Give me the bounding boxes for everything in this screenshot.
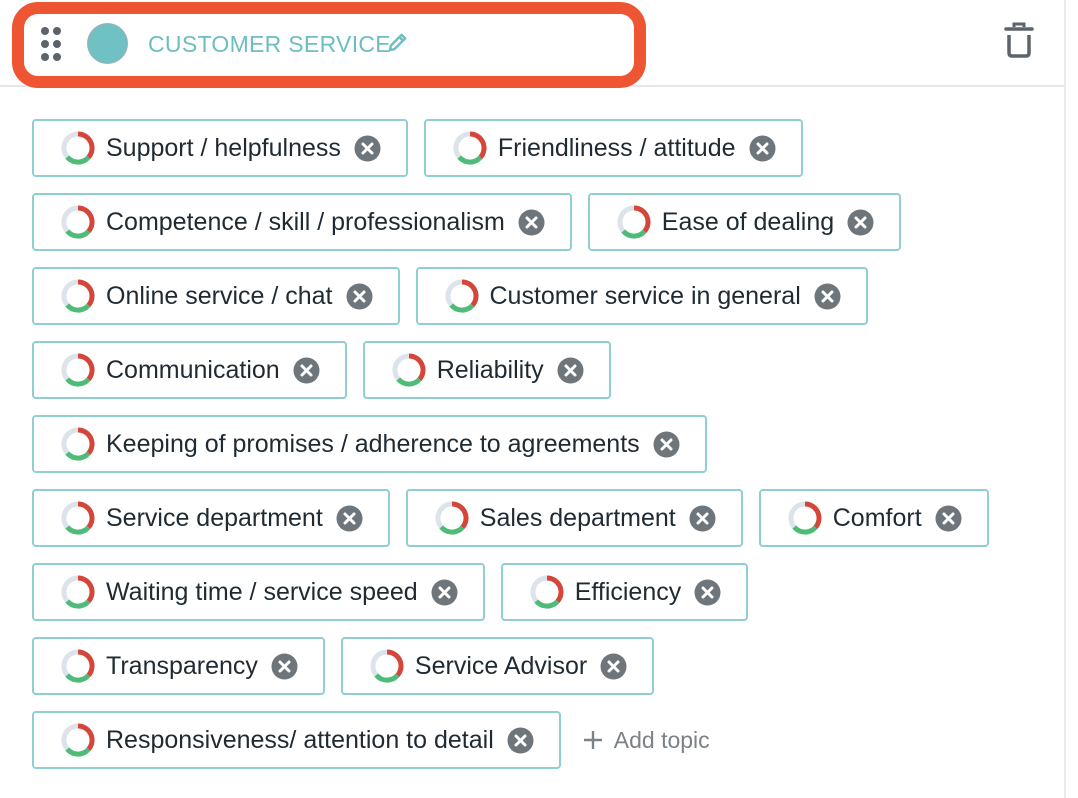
group-header: CUSTOMER SERVICE [0, 0, 1064, 88]
group-title[interactable]: CUSTOMER SERVICE [148, 31, 391, 58]
topic-row: Waiting time / service speed Efficiency [32, 563, 1042, 621]
sentiment-ring-icon [530, 575, 564, 609]
topic-chip[interactable]: Friendliness / attitude [423, 119, 803, 177]
topic-chip[interactable]: Responsiveness/ attention to detail [32, 711, 561, 769]
remove-circle-icon[interactable] [293, 357, 320, 384]
remove-circle-icon[interactable] [346, 283, 373, 310]
topic-label: Online service / chat [106, 281, 333, 310]
topic-label: Waiting time / service speed [106, 577, 418, 606]
remove-circle-icon[interactable] [653, 431, 680, 458]
topic-row: Service department Sales department Comf… [32, 489, 1042, 547]
topic-chip[interactable]: Reliability [362, 341, 611, 399]
plus-icon [583, 731, 602, 749]
topic-label: Efficiency [574, 577, 682, 606]
sentiment-ring-icon [61, 501, 95, 535]
topic-chip[interactable]: Service department [32, 489, 390, 547]
topic-label: Transparency [106, 651, 258, 680]
sentiment-ring-icon [788, 501, 822, 535]
remove-circle-icon[interactable] [600, 653, 627, 680]
remove-circle-icon[interactable] [271, 653, 298, 680]
topic-row: Support / helpfulness Friendliness / att… [32, 119, 1042, 177]
topic-chip[interactable]: Ease of dealing [587, 193, 902, 251]
sentiment-ring-icon [444, 279, 478, 313]
sentiment-ring-icon [435, 501, 469, 535]
topic-row: Keeping of promises / adherence to agree… [32, 415, 1042, 473]
topic-label: Communication [106, 355, 280, 384]
sentiment-ring-icon [392, 353, 426, 387]
topic-chip[interactable]: Customer service in general [415, 267, 868, 325]
trash-icon[interactable] [1004, 22, 1034, 58]
topic-chip[interactable]: Waiting time / service speed [32, 563, 485, 621]
pencil-icon[interactable] [386, 30, 410, 54]
topic-label: Service Advisor [414, 651, 588, 680]
topic-label: Keeping of promises / adherence to agree… [106, 429, 640, 458]
sentiment-ring-icon [61, 279, 95, 313]
remove-circle-icon[interactable] [518, 209, 545, 236]
topic-chip[interactable]: Transparency [32, 637, 325, 695]
topic-label: Competence / skill / professionalism [106, 207, 505, 236]
sentiment-ring-icon [61, 427, 95, 461]
sentiment-ring-icon [61, 353, 95, 387]
sentiment-ring-icon [61, 575, 95, 609]
remove-circle-icon[interactable] [431, 579, 458, 606]
sentiment-ring-icon [617, 205, 651, 239]
sentiment-ring-icon [61, 723, 95, 757]
remove-circle-icon[interactable] [749, 135, 776, 162]
topic-label: Support / helpfulness [106, 133, 341, 162]
topic-chip[interactable]: Communication [32, 341, 347, 399]
topic-chip[interactable]: Keeping of promises / adherence to agree… [32, 415, 707, 473]
remove-circle-icon[interactable] [557, 357, 584, 384]
remove-circle-icon[interactable] [935, 505, 962, 532]
topic-label: Responsiveness/ attention to detail [106, 725, 494, 754]
remove-circle-icon[interactable] [354, 135, 381, 162]
remove-circle-icon[interactable] [336, 505, 363, 532]
topic-label: Ease of dealing [661, 207, 835, 236]
topic-label: Service department [106, 503, 323, 532]
remove-circle-icon[interactable] [507, 727, 534, 754]
drag-handle-icon[interactable] [41, 27, 63, 61]
topic-chip[interactable]: Online service / chat [32, 267, 400, 325]
topic-row: Transparency Service Advisor [32, 637, 1042, 695]
sentiment-ring-icon [61, 649, 95, 683]
group-title-highlight: CUSTOMER SERVICE [12, 2, 646, 88]
topic-chip[interactable]: Competence / skill / professionalism [32, 193, 572, 251]
remove-circle-icon[interactable] [694, 579, 721, 606]
topic-chip[interactable]: Sales department [405, 489, 743, 547]
topic-list: Support / helpfulness Friendliness / att… [32, 119, 1042, 785]
topic-chip[interactable]: Efficiency [500, 563, 749, 621]
topic-label: Sales department [479, 503, 676, 532]
topic-chip[interactable]: Service Advisor [340, 637, 655, 695]
add-topic-button[interactable]: Add topic [582, 711, 710, 769]
add-topic-label: Add topic [613, 726, 710, 753]
remove-circle-icon[interactable] [847, 209, 874, 236]
topic-row: Communication Reliability [32, 341, 1042, 399]
topic-row: Competence / skill / professionalism Eas… [32, 193, 1042, 251]
topic-chip[interactable]: Support / helpfulness [32, 119, 408, 177]
topic-group-card: CUSTOMER SERVICE Support / helpfulness F… [0, 0, 1066, 798]
topic-chip[interactable]: Comfort [758, 489, 989, 547]
sentiment-ring-icon [61, 131, 95, 165]
sentiment-ring-icon [370, 649, 404, 683]
topic-label: Friendliness / attitude [497, 133, 736, 162]
sentiment-ring-icon [453, 131, 487, 165]
sentiment-ring-icon [61, 205, 95, 239]
remove-circle-icon[interactable] [814, 283, 841, 310]
topic-label: Customer service in general [489, 281, 801, 310]
topic-row: Responsiveness/ attention to detail Add … [32, 711, 1042, 769]
remove-circle-icon[interactable] [689, 505, 716, 532]
topic-label: Reliability [436, 355, 544, 384]
group-color-swatch[interactable] [87, 23, 128, 64]
topic-label: Comfort [832, 503, 922, 532]
topic-row: Online service / chat Customer service i… [32, 267, 1042, 325]
